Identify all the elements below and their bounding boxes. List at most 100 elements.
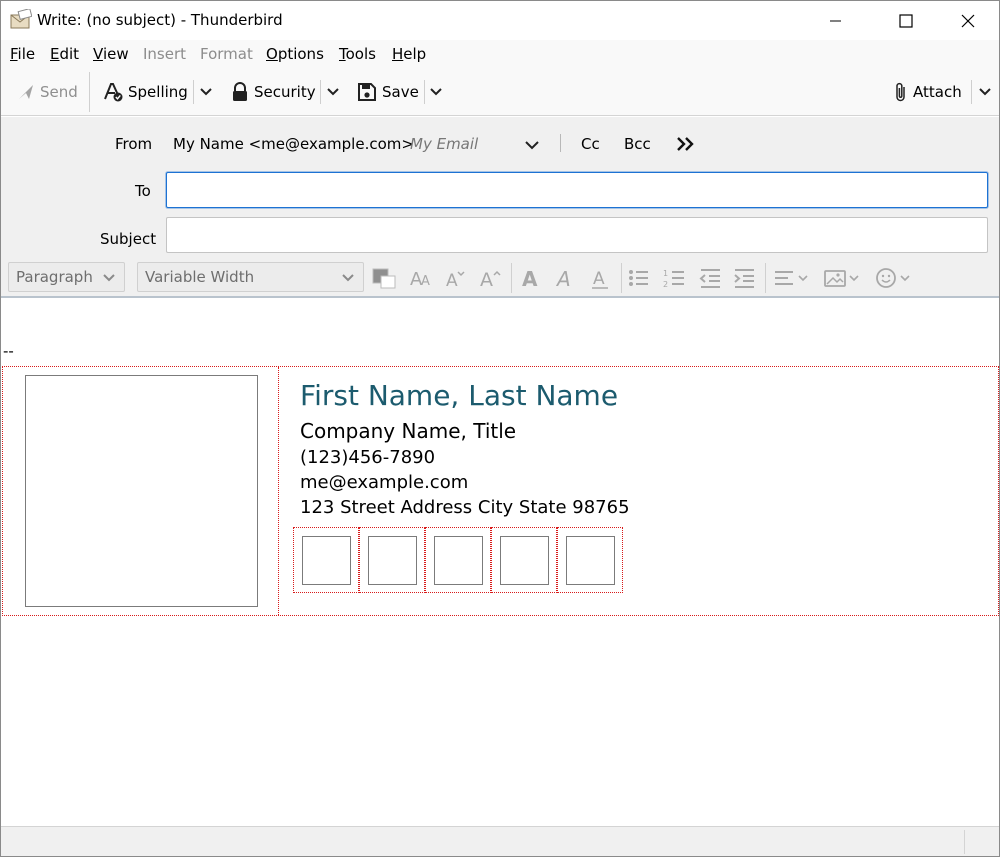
menu-format[interactable]: Format (200, 45, 253, 63)
send-button[interactable]: Send (17, 80, 78, 104)
close-icon (961, 14, 975, 27)
italic-icon[interactable]: A (553, 265, 579, 291)
svg-text:1: 1 (663, 269, 668, 278)
numbered-list-icon[interactable]: 12 (662, 265, 688, 291)
indent-icon[interactable] (732, 265, 758, 291)
menu-file[interactable]: File (10, 45, 35, 63)
signature-email: me@example.com (300, 472, 469, 493)
spelling-dropdown[interactable] (198, 80, 214, 104)
window-title: Write: (no subject) - Thunderbird (37, 11, 283, 29)
compose-icon (10, 7, 33, 29)
align-icon[interactable] (773, 265, 813, 291)
from-identity-select[interactable]: My Name <me@example.com> (173, 135, 414, 153)
profile-photo-placeholder (25, 375, 258, 607)
to-input[interactable] (166, 172, 988, 208)
bold-icon[interactable]: A (518, 265, 544, 291)
menu-help[interactable]: Help (392, 45, 426, 63)
security-dropdown[interactable] (325, 80, 341, 104)
svg-text:2: 2 (663, 280, 668, 289)
menu-options[interactable]: Options (266, 45, 324, 63)
font-family-value: Variable Width (145, 268, 255, 286)
send-label: Send (40, 83, 78, 101)
bcc-button[interactable]: Bcc (624, 135, 651, 153)
double-chevron-right-icon (677, 137, 694, 151)
insert-image-icon[interactable] (823, 265, 863, 291)
minimize-button[interactable] (813, 1, 859, 40)
save-button[interactable]: Save (357, 80, 419, 104)
emoji-icon[interactable] (874, 265, 914, 291)
chevron-down-icon (342, 274, 354, 282)
attach-dropdown-separator (971, 80, 972, 104)
toolbar-separator (89, 72, 90, 112)
save-label: Save (382, 83, 419, 101)
svg-text:A: A (593, 269, 605, 289)
attach-button[interactable]: Attach (894, 80, 962, 104)
subject-input[interactable] (166, 217, 988, 253)
menu-edit[interactable]: Edit (50, 45, 79, 63)
increase-font-icon[interactable]: A (478, 265, 504, 291)
social-link-3[interactable] (425, 527, 491, 593)
signature-photo-cell (3, 367, 279, 615)
save-dropdown[interactable] (428, 80, 444, 104)
message-headers: From My Name <me@example.com> My Email C… (1, 117, 999, 298)
bullet-list-icon[interactable] (626, 265, 652, 291)
decrease-font-icon[interactable]: A (443, 265, 469, 291)
from-identity-hint: My Email (410, 135, 479, 153)
social-icon-placeholder (368, 536, 417, 585)
attach-dropdown[interactable] (977, 80, 993, 104)
cc-button[interactable]: Cc (581, 135, 600, 153)
close-button[interactable] (945, 1, 991, 40)
maximize-icon (899, 13, 913, 28)
signature-name: First Name, Last Name (300, 379, 619, 412)
signature-address: 123 Street Address City State 98765 (300, 497, 630, 518)
social-icons-row (293, 527, 623, 593)
menu-tools[interactable]: Tools (339, 45, 376, 63)
paragraph-format-value: Paragraph (16, 268, 93, 286)
underline-icon[interactable]: A (588, 265, 614, 291)
chevron-down-icon (327, 88, 339, 96)
smaller-font-icon[interactable]: AA (409, 265, 435, 291)
to-label: To (135, 182, 151, 200)
social-link-4[interactable] (491, 527, 557, 593)
message-body-editor[interactable]: -- First Name, Last Name Company Name, T… (1, 298, 999, 826)
spelling-button[interactable]: Spelling (103, 80, 188, 104)
social-link-2[interactable] (359, 527, 425, 593)
paragraph-format-select[interactable]: Paragraph (8, 262, 125, 292)
menu-view[interactable]: View (93, 45, 129, 63)
social-link-1[interactable] (293, 527, 359, 593)
chevron-down-icon (103, 274, 115, 282)
from-dropdown[interactable] (524, 137, 540, 153)
status-bar (1, 826, 999, 856)
from-label: From (115, 135, 153, 153)
compose-toolbar: Send Spelling Security Save Attach (1, 68, 999, 116)
maximize-button[interactable] (883, 1, 929, 40)
format-toolbar: Paragraph Variable Width AA A A A A A 1 … (1, 260, 999, 296)
lock-icon (233, 82, 247, 101)
font-family-select[interactable]: Variable Width (137, 262, 364, 292)
signature-company: Company Name, Title (300, 419, 517, 443)
signature-separator: -- (3, 342, 14, 360)
status-separator (964, 830, 965, 854)
social-icon-placeholder (566, 536, 615, 585)
save-dropdown-separator (424, 80, 425, 104)
social-icon-placeholder (500, 536, 549, 585)
outdent-icon[interactable] (698, 265, 724, 291)
svg-text:A: A (421, 274, 430, 289)
format-separator (765, 263, 766, 293)
send-icon (19, 85, 33, 99)
svg-text:A: A (446, 271, 458, 289)
compose-window: Write: (no subject) - Thunderbird File E… (0, 0, 1000, 857)
menu-bar: File Edit View Insert Format Options Too… (1, 40, 999, 68)
signature-phone: (123)456-7890 (300, 447, 436, 468)
header-separator (560, 134, 561, 152)
chevron-down-icon (200, 88, 212, 96)
title-bar: Write: (no subject) - Thunderbird (1, 1, 999, 40)
menu-insert[interactable]: Insert (143, 45, 186, 63)
spelling-label: Spelling (128, 83, 188, 101)
more-recipients-button[interactable] (674, 134, 696, 154)
text-color-icon[interactable] (371, 265, 397, 291)
save-icon (358, 83, 376, 101)
social-link-5[interactable] (557, 527, 623, 593)
chevron-down-icon (979, 88, 991, 96)
security-button[interactable]: Security (231, 80, 316, 104)
